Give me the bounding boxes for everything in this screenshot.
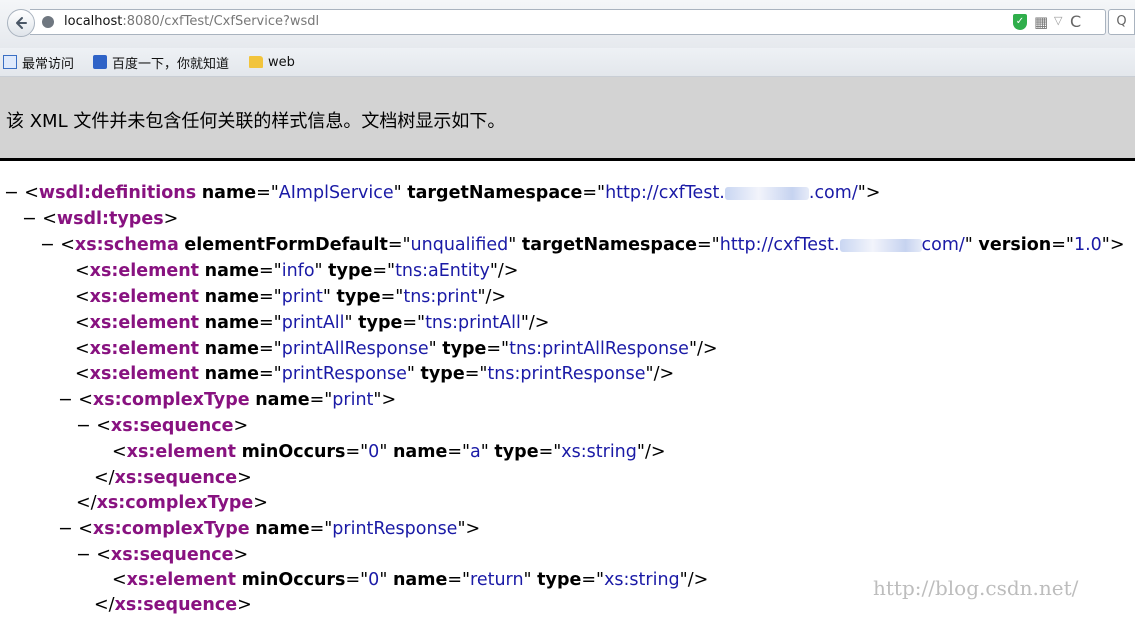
- collapse-toggle[interactable]: −: [40, 235, 55, 255]
- xml-node-schema: − <xs:schema elementFormDefault="unquali…: [40, 235, 1125, 255]
- xml-node-sequence: − <xs:sequence>: [76, 416, 249, 436]
- collapse-toggle[interactable]: −: [22, 209, 37, 229]
- back-arrow-icon: [16, 17, 27, 29]
- xml-notice-text: 该 XML 文件并未包含任何关联的样式信息。文档树显示如下。: [6, 111, 506, 132]
- watermark: http://blog.csdn.net/: [873, 576, 1079, 600]
- navigation-bar: localhost:8080/cxfTest/CxfService?wsdl ✓…: [0, 0, 1135, 48]
- search-button[interactable]: Q: [1108, 9, 1135, 35]
- xml-node-definitions: − <wsdl:definitions name="AImplService" …: [4, 183, 881, 203]
- xml-element-line: <xs:element name="printAllResponse" type…: [75, 339, 718, 359]
- bookmark-icon: [3, 55, 17, 69]
- back-button[interactable]: [7, 9, 35, 37]
- xml-node-types: − <wsdl:types>: [22, 209, 179, 229]
- folder-icon: [249, 56, 263, 68]
- collapse-toggle[interactable]: −: [58, 390, 73, 410]
- xml-element-line: <xs:element name="printResponse" type="t…: [75, 364, 675, 384]
- collapse-toggle[interactable]: −: [58, 519, 73, 539]
- xml-element-line: <xs:element minOccurs="0" name="return" …: [112, 570, 709, 590]
- xml-element-line: <xs:element name="info" type="tns:aEntit…: [75, 261, 519, 281]
- qr-code-icon[interactable]: ▦: [1034, 13, 1048, 31]
- bookmark-web-folder[interactable]: web: [249, 53, 295, 71]
- xml-node-sequence: − <xs:sequence>: [76, 545, 249, 565]
- collapse-toggle[interactable]: −: [76, 545, 91, 565]
- redacted-text: [839, 238, 922, 252]
- xml-close-sequence: </xs:sequence>: [94, 468, 252, 488]
- shield-icon[interactable]: ✓: [1013, 14, 1027, 30]
- url-text[interactable]: localhost:8080/cxfTest/CxfService?wsdl: [64, 14, 319, 29]
- xml-node-complextype: − <xs:complexType name="print">: [58, 390, 397, 410]
- globe-icon: [42, 16, 54, 28]
- collapse-toggle[interactable]: −: [4, 183, 19, 203]
- xml-element-line: <xs:element minOccurs="0" name="a" type=…: [112, 442, 666, 462]
- address-bar[interactable]: localhost:8080/cxfTest/CxfService?wsdl ✓…: [30, 9, 1106, 35]
- collapse-toggle[interactable]: −: [76, 416, 91, 436]
- xml-element-line: <xs:element name="printAll" type="tns:pr…: [75, 313, 550, 333]
- baidu-paw-icon: [93, 55, 107, 69]
- bookmark-most-visited[interactable]: 最常访问: [3, 53, 74, 72]
- xml-element-line: <xs:element name="print" type="tns:print…: [75, 287, 507, 307]
- xml-close-sequence: </xs:sequence>: [94, 595, 252, 615]
- redacted-text: [724, 186, 809, 200]
- reload-icon[interactable]: C: [1070, 12, 1081, 31]
- xml-notice-banner: 该 XML 文件并未包含任何关联的样式信息。文档树显示如下。: [0, 77, 1135, 161]
- bookmark-baidu[interactable]: 百度一下，你就知道: [93, 53, 229, 72]
- xml-close-complextype: </xs:complexType>: [76, 493, 268, 513]
- bookmarks-toolbar: 最常访问 百度一下，你就知道 web: [0, 48, 1135, 77]
- history-dropdown-icon[interactable]: ▽: [1054, 14, 1062, 27]
- xml-node-complextype: − <xs:complexType name="printResponse">: [58, 519, 481, 539]
